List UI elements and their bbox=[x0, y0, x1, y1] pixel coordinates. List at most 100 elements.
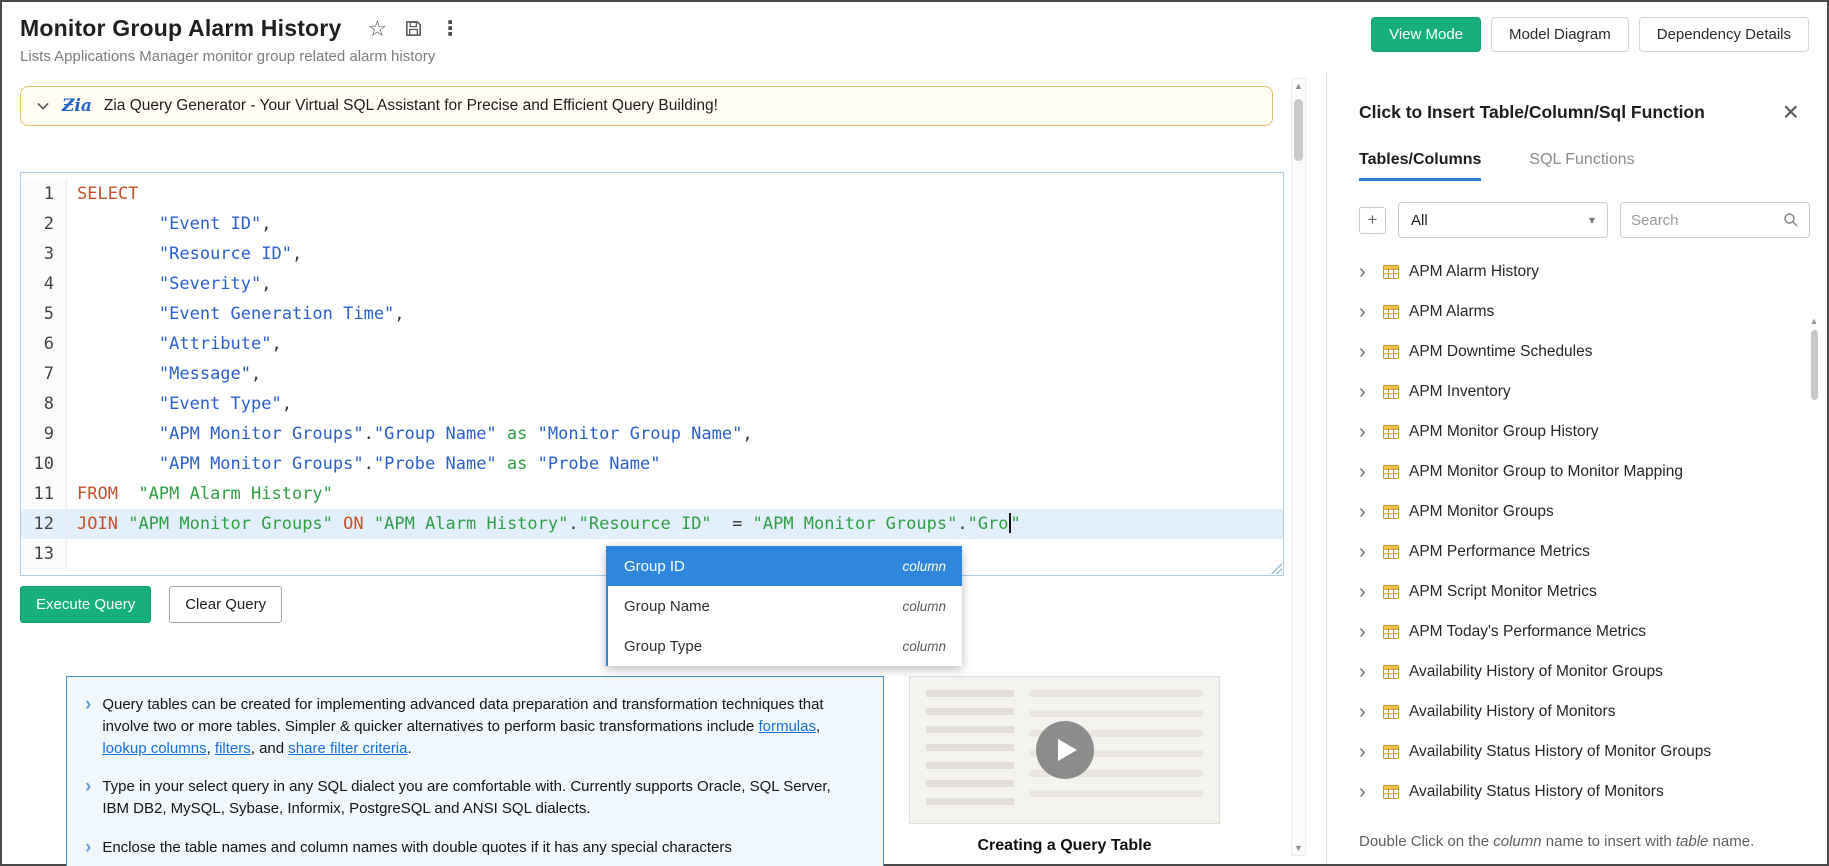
save-icon[interactable] bbox=[404, 19, 423, 38]
code-line-5[interactable]: 5 "Event Generation Time", bbox=[21, 299, 1283, 329]
more-options-icon[interactable]: ⋮ bbox=[440, 16, 460, 41]
chevron-right-icon[interactable]: › bbox=[1359, 342, 1373, 362]
chevron-right-icon[interactable]: › bbox=[1359, 302, 1373, 322]
line-number: 6 bbox=[21, 329, 67, 359]
search-box[interactable] bbox=[1620, 202, 1810, 238]
chevron-right-icon[interactable]: › bbox=[1359, 502, 1373, 522]
table-filter-dropdown[interactable]: All ▾ bbox=[1398, 202, 1608, 238]
content-area: Ƶia Zia Query Generator - Your Virtual S… bbox=[2, 72, 1827, 866]
chevron-right-icon[interactable]: › bbox=[1359, 702, 1373, 722]
help-link[interactable]: formulas bbox=[758, 718, 816, 735]
tab-tables-columns[interactable]: Tables/Columns bbox=[1359, 151, 1482, 181]
code-line-11[interactable]: 11 FROM "APM Alarm History" bbox=[21, 479, 1283, 509]
code-line-6[interactable]: 6 "Attribute", bbox=[21, 329, 1283, 359]
code-line-1[interactable]: 1 SELECT bbox=[21, 179, 1283, 209]
scrollbar-thumb[interactable] bbox=[1810, 330, 1818, 400]
code-line-8[interactable]: 8 "Event Type", bbox=[21, 389, 1283, 419]
code-line-7[interactable]: 7 "Message", bbox=[21, 359, 1283, 389]
view-mode-button[interactable]: View Mode bbox=[1371, 17, 1482, 52]
code-line-9[interactable]: 9 "APM Monitor Groups"."Group Name" as "… bbox=[21, 419, 1283, 449]
footer-text: name to insert with bbox=[1541, 833, 1676, 850]
table-list-item[interactable]: › APM Performance Metrics bbox=[1359, 532, 1811, 572]
table-list-item[interactable]: › APM Alarms bbox=[1359, 292, 1811, 332]
table-name[interactable]: APM Inventory bbox=[1409, 383, 1511, 401]
table-list-item[interactable]: › APM Today's Performance Metrics bbox=[1359, 612, 1811, 652]
table-name[interactable]: Availability Status History of Monitors bbox=[1409, 783, 1664, 801]
tab-sql-functions[interactable]: SQL Functions bbox=[1529, 151, 1634, 181]
table-list-item[interactable]: › Availability Status History of Monitors bbox=[1359, 772, 1811, 812]
chevron-right-icon[interactable]: › bbox=[1359, 782, 1373, 802]
code-text: "Message", bbox=[158, 364, 262, 384]
chevron-right-icon[interactable]: › bbox=[1359, 262, 1373, 282]
model-diagram-button[interactable]: Model Diagram bbox=[1491, 17, 1629, 52]
table-name[interactable]: APM Alarm History bbox=[1409, 263, 1539, 281]
table-name[interactable]: APM Downtime Schedules bbox=[1409, 343, 1593, 361]
app-window: Monitor Group Alarm History ☆ ⋮ Lists Ap… bbox=[2, 2, 1827, 866]
table-list-item[interactable]: › APM Downtime Schedules bbox=[1359, 332, 1811, 372]
table-name[interactable]: APM Monitor Group to Monitor Mapping bbox=[1409, 463, 1683, 481]
zia-banner-text: Zia Query Generator - Your Virtual SQL A… bbox=[103, 97, 718, 114]
chevron-right-icon[interactable]: › bbox=[1359, 742, 1373, 762]
dependency-details-button[interactable]: Dependency Details bbox=[1638, 17, 1809, 52]
help-link[interactable]: filters bbox=[215, 740, 251, 757]
table-list-item[interactable]: › Availability Status History of Monitor … bbox=[1359, 732, 1811, 772]
close-icon[interactable]: × bbox=[1783, 98, 1799, 126]
play-button-icon[interactable] bbox=[1035, 721, 1094, 779]
scroll-up-arrow-icon[interactable]: ▲ bbox=[1810, 316, 1819, 326]
chevron-right-icon[interactable]: › bbox=[1359, 582, 1373, 602]
panel-scrollbar[interactable]: ▲ bbox=[1809, 316, 1819, 818]
chevron-right-icon[interactable]: › bbox=[1359, 622, 1373, 642]
table-name[interactable]: Availability History of Monitor Groups bbox=[1409, 663, 1663, 681]
chevron-right-icon[interactable]: › bbox=[1359, 542, 1373, 562]
zia-banner[interactable]: Ƶia Zia Query Generator - Your Virtual S… bbox=[20, 86, 1273, 126]
clear-query-button[interactable]: Clear Query bbox=[169, 586, 283, 623]
video-block[interactable]: Creating a Query Table bbox=[909, 676, 1220, 866]
scroll-down-arrow-icon[interactable]: ▼ bbox=[1294, 843, 1303, 853]
table-list-item[interactable]: › Availability History of Monitors bbox=[1359, 692, 1811, 732]
scrollbar-thumb[interactable] bbox=[1294, 99, 1303, 161]
code-line-2[interactable]: 2 "Event ID", bbox=[21, 209, 1283, 239]
execute-query-button[interactable]: Execute Query bbox=[20, 586, 152, 623]
code-line-4[interactable]: 4 "Severity", bbox=[21, 269, 1283, 299]
code-text: "Event Generation Time", bbox=[158, 304, 405, 324]
autocomplete-item[interactable]: Group Name column bbox=[608, 586, 962, 626]
table-name[interactable]: APM Today's Performance Metrics bbox=[1409, 623, 1646, 641]
sql-editor[interactable]: 1 SELECT 2 "Event ID", 3 "Resource ID", 4 "S… bbox=[20, 172, 1284, 576]
search-input[interactable] bbox=[1631, 211, 1777, 229]
table-list-item[interactable]: › APM Monitor Group History bbox=[1359, 412, 1811, 452]
chevron-right-icon[interactable]: › bbox=[1359, 422, 1373, 442]
chevron-down-icon[interactable] bbox=[36, 100, 50, 112]
table-list-item[interactable]: › APM Alarm History bbox=[1359, 252, 1811, 292]
table-name[interactable]: APM Script Monitor Metrics bbox=[1409, 583, 1597, 601]
code-line-10[interactable]: 10 "APM Monitor Groups"."Probe Name" as … bbox=[21, 449, 1283, 479]
table-list-item[interactable]: › Availability History of Monitor Groups bbox=[1359, 652, 1811, 692]
table-name[interactable]: APM Performance Metrics bbox=[1409, 543, 1590, 561]
favorite-star-icon[interactable]: ☆ bbox=[367, 16, 387, 42]
table-list-item[interactable]: › APM Monitor Groups bbox=[1359, 492, 1811, 532]
table-name[interactable]: APM Alarms bbox=[1409, 303, 1494, 321]
help-link[interactable]: lookup columns bbox=[102, 740, 206, 757]
chevron-right-icon[interactable]: › bbox=[1359, 462, 1373, 482]
expand-all-button[interactable]: + bbox=[1359, 206, 1386, 234]
chevron-right-icon[interactable]: › bbox=[1359, 382, 1373, 402]
table-icon bbox=[1383, 585, 1399, 599]
autocomplete-item[interactable]: Group ID column bbox=[608, 546, 962, 586]
table-name[interactable]: Availability Status History of Monitor G… bbox=[1409, 743, 1711, 761]
code-line-3[interactable]: 3 "Resource ID", bbox=[21, 239, 1283, 269]
table-list-item[interactable]: › APM Monitor Group to Monitor Mapping bbox=[1359, 452, 1811, 492]
help-link[interactable]: share filter criteria bbox=[288, 740, 407, 757]
chevron-right-icon[interactable]: › bbox=[1359, 662, 1373, 682]
autocomplete-item[interactable]: Group Type column bbox=[608, 626, 962, 666]
code-line-12[interactable]: 12 JOIN "APM Monitor Groups" ON "APM Alar… bbox=[21, 509, 1283, 539]
table-name[interactable]: APM Monitor Groups bbox=[1409, 503, 1554, 521]
table-list-item[interactable]: › APM Script Monitor Metrics bbox=[1359, 572, 1811, 612]
scroll-up-arrow-icon[interactable]: ▲ bbox=[1294, 81, 1303, 91]
line-number: 11 bbox=[21, 479, 67, 509]
table-name[interactable]: Availability History of Monitors bbox=[1409, 703, 1615, 721]
video-thumbnail[interactable] bbox=[909, 676, 1220, 824]
table-name[interactable]: APM Monitor Group History bbox=[1409, 423, 1599, 441]
main-scrollbar[interactable]: ▲ ▼ bbox=[1291, 78, 1306, 856]
autocomplete-label: Group Type bbox=[624, 637, 703, 655]
info-bullet: › Enclose the table names and column name… bbox=[85, 837, 861, 859]
table-list-item[interactable]: › APM Inventory bbox=[1359, 372, 1811, 412]
